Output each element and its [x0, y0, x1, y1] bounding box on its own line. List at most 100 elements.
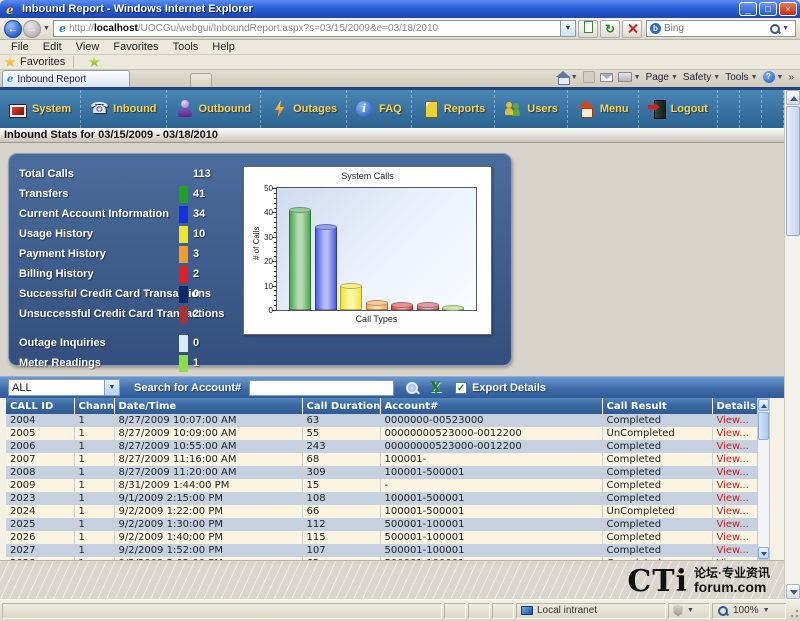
stat-swatch [179, 286, 188, 303]
table-cell: 309 [302, 466, 380, 479]
nav-item-inbound[interactable]: Inbound [81, 90, 166, 128]
maximize-button[interactable]: □ [759, 2, 777, 16]
table-header-row: CALL IDChannelDate/TimeCall Duration (se… [6, 398, 764, 414]
scroll-down-icon[interactable] [758, 547, 769, 559]
page-menu[interactable]: Page▼ [646, 72, 678, 83]
view-details-link[interactable]: View... [717, 480, 749, 491]
close-button[interactable]: × [779, 2, 797, 16]
add-favorite-button[interactable] [88, 56, 100, 68]
scroll-thumb[interactable] [758, 412, 769, 440]
nav-item-logout[interactable]: Logout [639, 90, 718, 128]
table-cell: 2025 [6, 518, 74, 531]
axis-tick [274, 266, 277, 267]
stat-swatch [179, 266, 188, 283]
menu-favorites[interactable]: Favorites [106, 41, 165, 53]
print-button[interactable]: ▼ [618, 72, 641, 82]
page-scroll-up-icon[interactable] [786, 90, 800, 105]
chart-bar [442, 308, 464, 310]
protected-mode-pane[interactable]: ▼ [668, 603, 710, 619]
menu-view[interactable]: View [69, 41, 107, 53]
page-footer-area: CTi 论坛·专业资讯 forum.com [0, 560, 784, 599]
page-scroll-down-icon[interactable] [786, 584, 800, 599]
axis-tick [274, 222, 277, 223]
nav-item-menu[interactable]: Menu [568, 90, 639, 128]
forward-button[interactable]: → [23, 20, 41, 38]
view-details-link[interactable]: View... [717, 532, 749, 543]
tab-inbound-report[interactable]: e Inbound Report [2, 70, 130, 87]
search-box[interactable]: b ▼ [646, 20, 796, 37]
refresh-button[interactable]: ↻ [600, 20, 620, 38]
view-details-link[interactable]: View... [717, 506, 749, 517]
table-cell: 2004 [6, 414, 74, 427]
table-cell: Completed [602, 544, 712, 557]
table-row: 202319/1/2009 2:15:00 PM108100001-500001… [6, 492, 764, 505]
view-details-link[interactable]: View... [717, 428, 749, 439]
status-pane [468, 603, 490, 619]
export-details-checkbox[interactable]: ✓ [455, 382, 467, 394]
favorites-button[interactable]: Favorites [20, 56, 65, 68]
view-details-link[interactable]: View... [717, 493, 749, 504]
column-header-call-result: Call Result [602, 398, 712, 414]
search-icon[interactable] [769, 23, 781, 35]
menu-tools[interactable]: Tools [166, 41, 206, 53]
table-cell: 8/27/2009 10:07:00 AM [114, 414, 302, 427]
help-button[interactable]: ?▼ [763, 71, 784, 83]
table-cell: 0000000-00523000 [380, 414, 602, 427]
menu-edit[interactable]: Edit [36, 41, 69, 53]
page-scrollbar[interactable] [784, 90, 800, 599]
new-tab-button[interactable] [190, 73, 212, 87]
view-details-link[interactable]: View... [717, 545, 749, 556]
page-scroll-thumb[interactable] [786, 106, 800, 236]
search-dropdown[interactable]: ▼ [782, 25, 789, 32]
feeds-button[interactable] [583, 71, 595, 83]
chart-plot: # of Calls Call Types 01020304050 [276, 187, 477, 311]
stop-button[interactable] [622, 20, 642, 38]
axis-tick [274, 271, 277, 272]
nav-item-outbound[interactable]: Outbound [167, 90, 262, 128]
filter-dropdown[interactable]: ALL ▼ [8, 379, 120, 396]
account-search-button[interactable] [404, 380, 420, 396]
chart-bar [340, 286, 362, 310]
call-table-wrap: CALL IDChannelDate/TimeCall Duration (se… [0, 398, 784, 560]
compatibility-view-button[interactable] [578, 20, 598, 38]
toolbar-overflow-button[interactable]: » [788, 72, 794, 83]
web-search-input[interactable] [664, 23, 769, 34]
view-details-link[interactable]: View... [717, 441, 749, 452]
nav-item-reports[interactable]: Reports [412, 90, 496, 128]
zoom-pane[interactable]: 100% ▼ [712, 603, 786, 619]
view-details-link[interactable]: View... [717, 519, 749, 530]
nav-item-faq[interactable]: FAQ [347, 90, 412, 128]
nav-item-outages[interactable]: Outages [261, 90, 347, 128]
view-details-link[interactable]: View... [717, 454, 749, 465]
recent-pages-dropdown[interactable]: ▼ [43, 25, 50, 32]
watermark-line2: forum.com [694, 580, 770, 595]
title-bar: e Inbound Report - Windows Internet Expl… [0, 0, 800, 18]
minimize-button[interactable]: _ [739, 2, 757, 16]
scroll-up-icon[interactable] [758, 399, 769, 411]
nav-item-users[interactable]: Users [495, 90, 568, 128]
menu-file[interactable]: File [4, 41, 36, 53]
stat-value: 0 [193, 337, 199, 349]
back-button[interactable]: ← [4, 20, 22, 38]
users-icon [504, 100, 522, 118]
export-excel-icon[interactable]: X [430, 380, 441, 396]
table-cell: 63 [302, 414, 380, 427]
stat-value: 2 [193, 308, 199, 320]
safety-menu[interactable]: Safety▼ [683, 72, 720, 83]
view-details-link[interactable]: View... [717, 467, 749, 478]
home-button[interactable]: ▼ [556, 72, 578, 83]
security-zone-pane: Local intranet [516, 603, 666, 619]
outages-icon [270, 100, 288, 118]
nav-item-system[interactable]: System [0, 90, 81, 128]
stat-swatch [179, 306, 188, 323]
table-scrollbar[interactable] [757, 398, 770, 560]
read-mail-button[interactable] [600, 73, 613, 82]
print-icon [618, 72, 632, 82]
account-search-input[interactable] [249, 380, 394, 396]
stat-label: Usage History [19, 228, 179, 240]
view-details-link[interactable]: View... [717, 415, 749, 426]
address-dropdown[interactable]: ▼ [561, 20, 576, 37]
address-input[interactable]: e http://localhost/UOCGu/webgui/InboundR… [53, 20, 561, 37]
menu-help[interactable]: Help [205, 41, 242, 53]
tools-menu[interactable]: Tools▼ [725, 72, 757, 83]
